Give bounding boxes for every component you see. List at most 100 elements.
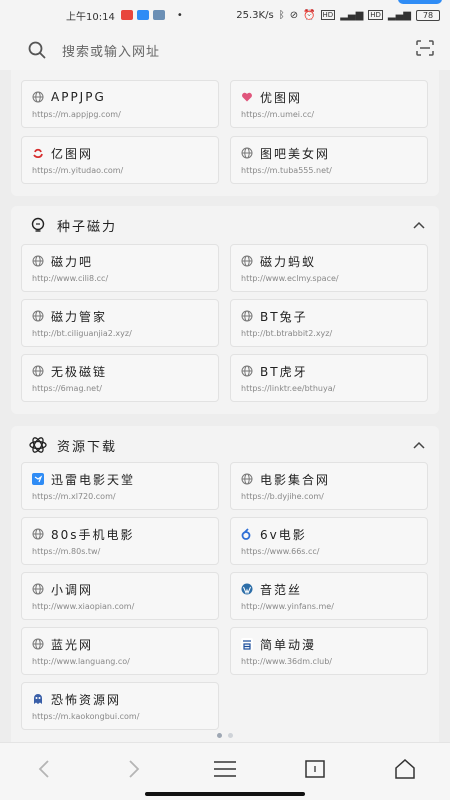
site-url: https://m.80s.tw/ [32, 547, 101, 556]
section-card-downloads: 资源下载 迅雷电影天堂 https://m.xl720.com/ 电影集合网 h… [11, 426, 439, 742]
site-name: 亿图网 [51, 146, 94, 161]
red-swirl-icon [33, 148, 43, 159]
thunder-icon [32, 473, 44, 485]
site-url: http://www.yinfans.me/ [241, 602, 334, 611]
site-tile[interactable]: 电影集合网 https://b.dyjihe.com/ [230, 462, 428, 510]
page-dot-active[interactable] [217, 733, 222, 738]
site-tile[interactable]: 简单动漫 http://www.36dm.club/ [230, 627, 428, 675]
hamburger-icon [214, 761, 236, 777]
globe-icon [241, 147, 253, 159]
site-url: https://m.appjpg.com/ [32, 110, 121, 119]
site-name: 磁力蚂蚁 [260, 254, 317, 269]
site-url: https://6mag.net/ [32, 384, 102, 393]
hd-badge: HD [320, 10, 336, 20]
site-name: 电影集合网 [260, 472, 331, 487]
site-tile[interactable]: 磁力蚂蚁 http://www.eclmy.space/ [230, 244, 428, 292]
site-url: http://www.36dm.club/ [241, 657, 333, 666]
globe-icon [32, 365, 44, 377]
search-input[interactable]: 搜索或输入网址 [62, 41, 160, 60]
site-url: http://www.eclmy.space/ [241, 274, 339, 283]
scan-icon[interactable] [416, 40, 434, 60]
site-url: https://b.dyjihe.com/ [241, 492, 324, 501]
site-tile[interactable]: BT兔子 http://bt.btrabbit2.xyz/ [230, 299, 428, 347]
six-v-icon [241, 528, 251, 540]
site-tile[interactable]: 80s手机电影 https://m.80s.tw/ [21, 517, 219, 565]
chevron-up-icon[interactable] [413, 221, 425, 229]
section-header[interactable]: 种子磁力 [11, 206, 439, 244]
ghost-icon [34, 694, 42, 704]
site-name: 蓝光网 [51, 637, 94, 652]
notification-app-icon [136, 10, 149, 20]
site-tile[interactable]: 蓝光网 http://www.languang.co/ [21, 627, 219, 675]
globe-icon [241, 310, 253, 322]
site-tile[interactable]: 磁力管家 http://bt.ciliguanjia2.xyz/ [21, 299, 219, 347]
bluetooth-icon: ᛒ [278, 9, 285, 21]
site-name: 磁力管家 [51, 309, 108, 324]
notification-app-icon [120, 10, 133, 20]
site-tile[interactable]: 优图网 https://m.umei.cc/ [230, 80, 428, 128]
section-title: 种子磁力 [57, 219, 118, 235]
site-url: https://www.66s.cc/ [241, 547, 320, 556]
search-bar[interactable]: 搜索或输入网址 [0, 30, 450, 70]
site-tile[interactable]: 小调网 http://www.xiaopian.com/ [21, 572, 219, 620]
site-url: http://bt.ciliguanjia2.xyz/ [32, 329, 132, 338]
network-speed: 25.3K/s [236, 9, 274, 21]
home-indicator [145, 792, 305, 796]
site-name: 无极磁链 [51, 364, 108, 379]
bulb-icon [31, 217, 45, 232]
globe-icon [32, 638, 44, 650]
back-button[interactable] [28, 755, 60, 783]
globe-icon [32, 255, 44, 267]
section-card-images: APPJPG https://m.appjpg.com/ 优图网 https:/… [11, 70, 439, 196]
top-pill [398, 0, 442, 4]
site-tile[interactable]: 6v电影 https://www.66s.cc/ [230, 517, 428, 565]
site-tile[interactable]: 音范丝 http://www.yinfans.me/ [230, 572, 428, 620]
page-dot[interactable] [228, 733, 233, 738]
search-icon[interactable] [28, 41, 46, 59]
globe-icon [32, 528, 44, 540]
site-tile[interactable]: 图吧美女网 https://m.tuba555.net/ [230, 136, 428, 184]
menu-button[interactable] [209, 755, 241, 783]
globe-icon [241, 473, 253, 485]
chevron-right-icon [129, 760, 140, 778]
site-name: 简单动漫 [260, 637, 317, 652]
chevron-left-icon [38, 760, 49, 778]
alarm-icon: ⏰ [303, 9, 316, 21]
section-card-torrent: 种子磁力 磁力吧 http://www.cili8.cc/ 磁力蚂蚁 http:… [11, 206, 439, 414]
tabs-button[interactable] [299, 755, 331, 783]
pink-heart-icon [242, 92, 252, 102]
site-url: https://linktr.ee/bthuya/ [241, 384, 336, 393]
bookmark-content[interactable]: APPJPG https://m.appjpg.com/ 优图网 https:/… [0, 70, 450, 742]
site-name: 6v电影 [260, 527, 307, 542]
site-name: 优图网 [260, 90, 303, 105]
site-name: 恐怖资源网 [51, 692, 122, 707]
notification-app-icon [152, 10, 165, 20]
site-tile[interactable]: 无极磁链 https://6mag.net/ [21, 354, 219, 402]
site-url: http://www.xiaopian.com/ [32, 602, 135, 611]
site-name: 磁力吧 [51, 254, 94, 269]
site-tile[interactable]: 迅雷电影天堂 https://m.xl720.com/ [21, 462, 219, 510]
globe-icon [32, 91, 44, 103]
home-button[interactable] [389, 755, 421, 783]
site-tile[interactable]: 磁力吧 http://www.cili8.cc/ [21, 244, 219, 292]
site-tile[interactable]: 亿图网 https://m.yitudao.com/ [21, 136, 219, 184]
forward-button[interactable] [118, 755, 150, 783]
site-name: BT虎牙 [260, 364, 308, 379]
battery-icon: 78 [416, 9, 440, 21]
jian-icon [241, 638, 253, 650]
signal-icon: ▂▄▆ [340, 9, 364, 21]
site-name: 图吧美女网 [260, 146, 331, 161]
status-bar: 上午10:14 • 25.3K/s ᛒ ⊘ ⏰ HD ▂▄▆ HD ▂▄▆ 78 [0, 0, 450, 30]
site-name: BT兔子 [260, 309, 308, 324]
site-url: https://m.kaokongbui.com/ [32, 712, 140, 721]
section-header[interactable]: 资源下载 [11, 426, 439, 464]
site-tile[interactable]: APPJPG https://m.appjpg.com/ [21, 80, 219, 128]
site-tile[interactable]: BT虎牙 https://linktr.ee/bthuya/ [230, 354, 428, 402]
site-url: https://m.yitudao.com/ [32, 166, 124, 175]
hd-badge: HD [368, 10, 383, 20]
dot-icon: • [176, 9, 183, 21]
site-url: https://m.tuba555.net/ [241, 166, 332, 175]
site-name: 80s手机电影 [51, 527, 135, 542]
site-url: https://m.umei.cc/ [241, 110, 315, 119]
chevron-up-icon[interactable] [413, 441, 425, 449]
